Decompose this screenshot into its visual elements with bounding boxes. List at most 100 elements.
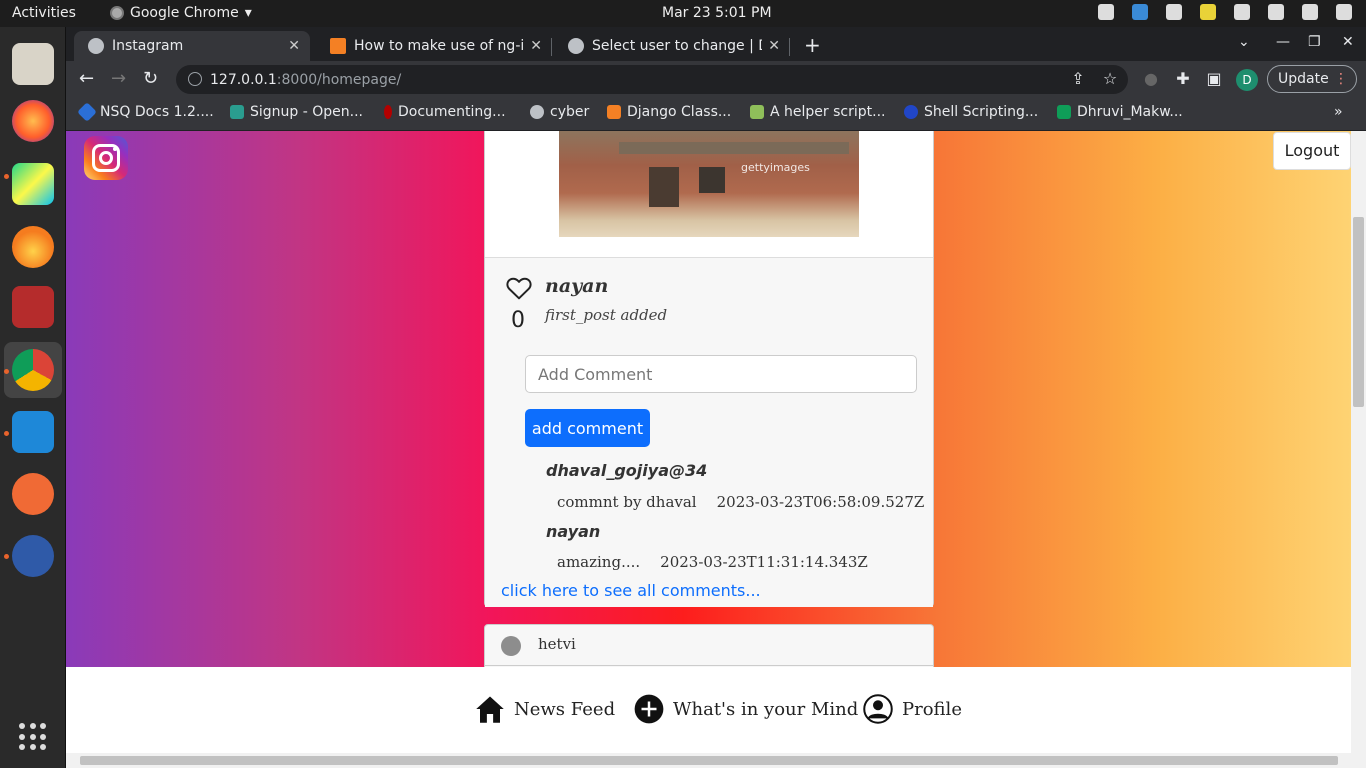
power-icon[interactable] [1302,4,1318,20]
app-menu[interactable]: Google Chrome ▾ [110,5,252,21]
bookmarks-overflow-icon[interactable]: » [1334,104,1343,120]
bookmark-item[interactable]: NSQ Docs 1.2.... [77,102,214,122]
minimize-button[interactable]: — [1276,34,1290,50]
time-tracker-icon[interactable] [12,535,54,577]
post-username: nayan [545,275,609,297]
notes-icon[interactable] [1132,4,1148,20]
scrollbar-thumb[interactable] [1353,217,1364,407]
volume-icon[interactable] [1268,4,1284,20]
scrollbar-thumb[interactable] [80,756,1338,765]
bookmark-item[interactable]: Dhruvi_Makw... [1057,104,1183,120]
nav-news-feed[interactable]: News Feed [475,694,615,724]
extension-icon[interactable]: ● [1142,70,1160,88]
bookmark-item[interactable]: Documenting... [384,104,506,120]
back-button[interactable]: ← [79,68,94,89]
postman-icon[interactable] [12,473,54,515]
nav-label: What's in your Mind [673,698,859,720]
new-tab-button[interactable]: + [804,33,821,57]
logout-button[interactable]: Logout [1273,132,1351,170]
dock [0,27,66,768]
browser-toolbar: ← → ↻ 127.0.0.1:8000/homepage/ ⇪ ☆ ● ✚ ▣… [66,61,1366,98]
chrome-app-icon [110,6,124,20]
tab-django-admin[interactable]: Select user to change | Dja ✕ [554,31,790,61]
openstack-icon [230,105,244,119]
plus-circle-icon [634,694,664,724]
running-indicator [4,369,9,374]
add-comment-button[interactable]: add comment [525,409,650,447]
clock[interactable]: Mar 23 5:01 PM [662,5,772,21]
tab-ng-if[interactable]: How to make use of ng-if ✕ [316,31,552,61]
show-applications-icon[interactable] [19,723,47,751]
close-icon[interactable]: ✕ [530,38,542,54]
home-icon [476,696,504,723]
forward-button[interactable]: → [111,68,126,89]
tab-title: How to make use of ng-if [354,38,524,54]
firefox-icon[interactable] [12,100,54,142]
address-bar[interactable]: 127.0.0.1:8000/homepage/ [176,65,1128,94]
reload-button[interactable]: ↻ [143,68,158,89]
globe-icon [530,105,544,119]
tab-instagram[interactable]: Instagram ✕ [74,31,310,61]
avatar[interactable] [501,636,521,656]
network-icon[interactable] [1234,4,1250,20]
comment-input[interactable] [525,355,917,393]
bottom-nav: News Feed What's in your Mind Profile [66,667,1351,753]
see-all-comments-link[interactable]: click here to see all comments... [501,581,761,600]
bookmark-item[interactable]: Signup - Open... [230,104,363,120]
app-name: Google Chrome [130,5,239,21]
chevron-down-icon: ▾ [244,5,252,21]
scrollbar-corner [1351,753,1366,768]
side-panel-icon[interactable]: ▣ [1205,70,1223,88]
sheets-icon [1057,105,1071,119]
skype-icon[interactable] [1166,4,1182,20]
extensions-puzzle-icon[interactable]: ✚ [1174,70,1192,88]
globe-icon [568,38,584,54]
instagram-logo-icon[interactable] [84,136,128,180]
horizontal-scrollbar[interactable] [66,753,1351,768]
update-button[interactable]: Update ⋮ [1267,65,1357,93]
bookmark-star-icon[interactable]: ☆ [1101,70,1119,88]
url-path: :8000/homepage/ [276,71,402,88]
vertical-scrollbar[interactable] [1351,131,1366,753]
files-icon[interactable] [12,43,54,85]
vscode-icon[interactable] [12,411,54,453]
system-tray[interactable] [1098,4,1352,20]
bookmark-item[interactable]: cyber [530,104,589,120]
chevron-down-icon[interactable] [1336,4,1352,20]
nav-whats-in-your-mind[interactable]: What's in your Mind [634,694,858,724]
bookmark-label: Shell Scripting... [924,104,1039,120]
nsq-icon [77,102,97,122]
share-icon[interactable]: ⇪ [1069,70,1087,88]
sticky-notes-icon[interactable] [1200,4,1216,20]
like-count: 0 [511,308,525,333]
camera-flash [113,147,117,151]
kebab-menu-icon[interactable]: ⋮ [1334,66,1348,92]
post-image[interactable]: gettyimages [559,131,859,237]
maximize-button[interactable]: ❐ [1308,34,1321,50]
post-username[interactable]: hetvi [538,635,576,653]
comment-item: amazing.... 2023-03-23T11:31:14.343Z [557,553,868,571]
bookmark-label: Dhruvi_Makw... [1077,104,1183,120]
bookmark-item[interactable]: A helper script... [750,104,885,120]
site-info-icon[interactable] [188,72,202,86]
image-watermark: gettyimages [741,161,810,174]
bookmark-item[interactable]: Django Class... [607,104,731,120]
xampp-icon[interactable] [12,226,54,268]
close-icon[interactable]: ✕ [288,38,300,54]
tab-search-icon[interactable]: ⌄ [1238,34,1250,50]
post-caption: first_post added [545,306,668,324]
page-viewport: Logout gettyimages 0 nayan first_post ad… [66,131,1351,667]
bookmark-item[interactable]: Shell Scripting... [904,104,1038,120]
activities-button[interactable]: Activities [12,5,76,21]
close-window-button[interactable]: ✕ [1342,34,1354,50]
next-post-card: hetvi [484,624,934,667]
sync-icon[interactable] [1098,4,1114,20]
close-icon[interactable]: ✕ [768,38,780,54]
pycharm-icon[interactable] [12,163,54,205]
chrome-icon[interactable] [12,349,54,391]
nav-profile[interactable]: Profile [863,694,962,724]
system-top-bar: Activities Google Chrome ▾ Mar 23 5:01 P… [0,0,1366,27]
heart-icon[interactable] [506,276,532,300]
terminal-app-icon[interactable] [12,286,54,328]
profile-avatar[interactable]: D [1236,69,1258,91]
